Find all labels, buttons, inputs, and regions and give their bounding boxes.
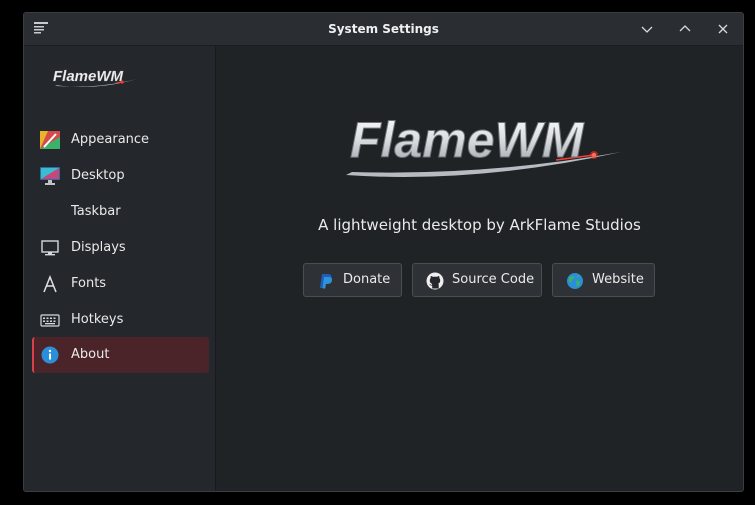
donate-label: Donate	[343, 272, 391, 287]
settings-window: System Settings FlameWM Appearance Deskt…	[23, 12, 744, 492]
about-page: FlameWM A lightweight desktop by ArkFlam…	[216, 46, 743, 491]
svg-text:FlameWM: FlameWM	[53, 68, 124, 85]
globe-icon	[567, 273, 583, 289]
sidebar-item-label: About	[71, 347, 110, 362]
github-icon	[426, 272, 444, 290]
sidebar-item-label: Displays	[71, 240, 126, 255]
sidebar-item-label: Appearance	[71, 132, 150, 147]
font-icon	[43, 275, 57, 293]
website-label: Website	[592, 272, 644, 287]
sidebar-item-label: Taskbar	[71, 204, 121, 219]
website-button[interactable]: Website	[552, 263, 655, 297]
sidebar-item-fonts[interactable]: Fonts	[32, 266, 207, 302]
maximize-button[interactable]	[677, 21, 693, 37]
about-tagline: A lightweight desktop by ArkFlame Studio…	[318, 216, 641, 234]
sidebar-item-label: Hotkeys	[71, 312, 124, 327]
flamewm-logo: FlameWM	[53, 68, 137, 87]
svg-text:FlameWM: FlameWM	[350, 112, 585, 168]
paypal-icon	[320, 274, 333, 289]
window-title: System Settings	[328, 22, 439, 36]
flamewm-logo-large: FlameWM	[346, 112, 621, 177]
sidebar-item-label: Desktop	[71, 168, 125, 183]
display-icon	[41, 240, 59, 256]
sidebar-item-taskbar[interactable]: Taskbar	[32, 194, 207, 230]
sidebar-item-hotkeys[interactable]: Hotkeys	[32, 302, 207, 338]
donate-button[interactable]: Donate	[303, 263, 402, 297]
source-code-label: Source Code	[452, 272, 535, 287]
sidebar-item-desktop[interactable]: Desktop	[32, 158, 207, 194]
sidebar: FlameWM Appearance Desktop Taskbar Displ…	[24, 46, 216, 491]
sidebar-item-displays[interactable]: Displays	[32, 230, 207, 266]
info-icon	[41, 346, 59, 364]
source-code-button[interactable]: Source Code	[412, 263, 542, 297]
sidebar-item-about[interactable]: About	[32, 337, 209, 373]
sidebar-item-label: Fonts	[71, 276, 107, 291]
minimize-button[interactable]	[639, 21, 655, 37]
desktop-monitor-icon	[40, 167, 60, 185]
keyboard-icon	[40, 314, 60, 327]
sidebar-item-appearance[interactable]: Appearance	[32, 122, 207, 158]
title-bar[interactable]: System Settings	[24, 13, 743, 46]
close-button[interactable]	[715, 21, 731, 37]
appearance-palette-icon	[40, 131, 60, 149]
